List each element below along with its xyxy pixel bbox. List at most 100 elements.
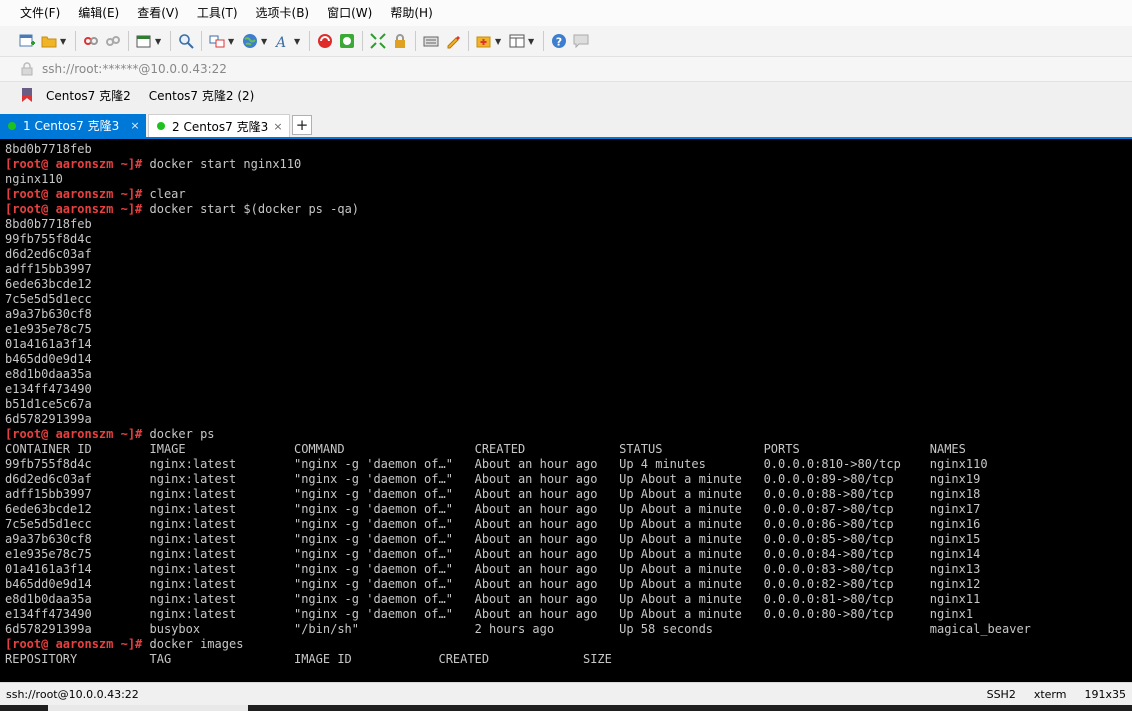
status-right: SSH2 xterm 191x35 [987,683,1126,706]
help-icon[interactable]: ? [550,32,568,50]
highlight-icon[interactable] [444,32,462,50]
svg-text:A: A [275,35,286,49]
connected-status-icon [157,122,165,130]
terminal-text: 6d578291399a [5,412,92,426]
keyboard-icon[interactable] [422,32,440,50]
new-tab-button[interactable]: + [292,115,312,135]
shell-prompt: [root@ aaronszm ~]# [5,427,143,441]
menu-tools[interactable]: 工具(T) [188,0,247,26]
status-connection: ssh://root@10.0.0.43:22 [6,688,139,701]
terminal-output-line: 7c5e5d5d1ecc [5,292,1031,307]
terminal-output-line: b51d1ce5c67a [5,397,1031,412]
disconnect-icon[interactable] [82,32,100,50]
terminal-text: 99fb755f8d4c [5,232,92,246]
terminal-output-line: a9a37b630cf8 [5,307,1031,322]
menu-file[interactable]: 文件(F) [0,0,69,26]
add-tab-icon[interactable] [475,32,493,50]
terminal[interactable]: 8bd0b7718feb [root@ aaronszm ~]# docker s… [0,139,1132,682]
address-bar[interactable]: ssh://root:******@10.0.0.43:22 [0,56,1132,82]
terminal-text: adff15bb3997 nginx:latest "nginx -g 'dae… [5,487,981,501]
terminal-text: CONTAINER ID IMAGE COMMAND CREATED STATU… [5,442,966,456]
terminal-text: e8d1b0daa35a nginx:latest "nginx -g 'dae… [5,592,981,606]
terminal-text: e1e935e78c75 nginx:latest "nginx -g 'dae… [5,547,981,561]
terminal-text: e8d1b0daa35a [5,367,92,381]
terminal-output-line: 7c5e5d5d1ecc nginx:latest "nginx -g 'dae… [5,517,1031,532]
terminal-output-line: e134ff473490 [5,382,1031,397]
open-folder-icon[interactable] [40,32,58,50]
terminal-output-line: 8bd0b7718feb [5,142,1031,157]
fullscreen-icon[interactable] [369,32,387,50]
terminal-command-line: [root@ aaronszm ~]# clear [5,187,1031,202]
terminal-output-line: 6d578291399a busybox "/bin/sh" 2 hours a… [5,622,1031,637]
terminal-output-line: b465dd0e9d14 [5,352,1031,367]
toolbar: ▼ ▼ ▼ ▼ A ▼ ▼ ▼ ? [0,26,1132,56]
shell-prompt: [root@ aaronszm ~]# [5,202,143,216]
terminal-text: a9a37b630cf8 nginx:latest "nginx -g 'dae… [5,532,981,546]
lock-icon[interactable] [391,32,409,50]
globe-dropdown-icon[interactable]: ▼ [261,37,269,46]
terminal-text: REPOSITORY TAG IMAGE ID CREATED SIZE [5,652,612,666]
new-window-icon[interactable] [135,32,153,50]
globe-icon[interactable] [241,32,259,50]
close-icon[interactable]: × [271,120,285,133]
shell-prompt: [root@ aaronszm ~]# [5,637,143,651]
tab-centos7-clone3-1[interactable]: 1 Centos7 克隆3 × [0,114,146,137]
terminal-output-line: 99fb755f8d4c nginx:latest "nginx -g 'dae… [5,457,1031,472]
terminal-text: a9a37b630cf8 [5,307,92,321]
new-session-icon[interactable] [18,32,36,50]
find-icon[interactable] [177,32,195,50]
terminal-output-line: REPOSITORY TAG IMAGE ID CREATED SIZE [5,652,1031,667]
close-icon[interactable]: × [128,119,142,132]
toolbar-separator [362,31,363,51]
terminal-text: 6ede63bcde12 nginx:latest "nginx -g 'dae… [5,502,981,516]
svg-text:?: ? [556,36,562,49]
font-dropdown-icon[interactable]: ▼ [294,37,302,46]
menu-window[interactable]: 窗口(W) [318,0,381,26]
tab-centos7-clone3-2[interactable]: 2 Centos7 克隆3 × [148,114,290,137]
connected-status-icon [8,121,16,130]
layout-icon[interactable] [508,32,526,50]
taskbar-active-item[interactable] [48,705,248,711]
terminal-text: 7c5e5d5d1ecc nginx:latest "nginx -g 'dae… [5,517,981,531]
transfer-icon[interactable] [208,32,226,50]
xftp-icon[interactable] [316,32,334,50]
terminal-output-line: d6d2ed6c03af [5,247,1031,262]
status-protocol: SSH2 [986,688,1016,701]
add-tab-dropdown-icon[interactable]: ▼ [495,37,503,46]
chat-icon[interactable] [572,32,590,50]
window-dropdown-icon[interactable]: ▼ [155,37,163,46]
terminal-text: nginx110 [5,172,63,186]
menu-help[interactable]: 帮助(H) [381,0,441,26]
address-text[interactable]: ssh://root:******@10.0.0.43:22 [42,62,227,76]
toolbar-separator [543,31,544,51]
link-centos7-clone2-2[interactable]: Centos7 克隆2 (2) [149,87,255,104]
reconnect-icon[interactable] [104,32,122,50]
status-size: 191x35 [1084,688,1126,701]
terminal-text: 8bd0b7718feb [5,142,92,156]
open-dropdown-icon[interactable]: ▼ [60,37,68,46]
xmanager-icon[interactable] [338,32,356,50]
layout-dropdown-icon[interactable]: ▼ [528,37,536,46]
terminal-text: clear [142,187,186,201]
terminal-text: b51d1ce5c67a [5,397,92,411]
tab-label: 2 Centos7 克隆3 [172,119,269,134]
terminal-output-line: CONTAINER ID IMAGE COMMAND CREATED STATU… [5,442,1031,457]
font-icon[interactable]: A [274,32,292,50]
terminal-output-line: b465dd0e9d14 nginx:latest "nginx -g 'dae… [5,577,1031,592]
transfer-dropdown-icon[interactable]: ▼ [228,37,236,46]
terminal-output-line: 6ede63bcde12 [5,277,1031,292]
menu-view[interactable]: 查看(V) [128,0,188,26]
terminal-output-line: e8d1b0daa35a nginx:latest "nginx -g 'dae… [5,592,1031,607]
terminal-text: 8bd0b7718feb [5,217,92,231]
link-centos7-clone2[interactable]: Centos7 克隆2 [46,87,131,104]
terminal-output-line: 6d578291399a [5,412,1031,427]
terminal-text: d6d2ed6c03af [5,247,92,261]
toolbar-separator [128,31,129,51]
toolbar-separator [309,31,310,51]
tab-label: 1 Centos7 克隆3 [23,119,120,133]
menu-edit[interactable]: 编辑(E) [69,0,128,26]
terminal-output: 8bd0b7718feb [root@ aaronszm ~]# docker s… [5,142,1031,667]
bookmark-icon [22,88,32,102]
terminal-text: e134ff473490 [5,382,92,396]
menu-tabs[interactable]: 选项卡(B) [247,0,319,26]
